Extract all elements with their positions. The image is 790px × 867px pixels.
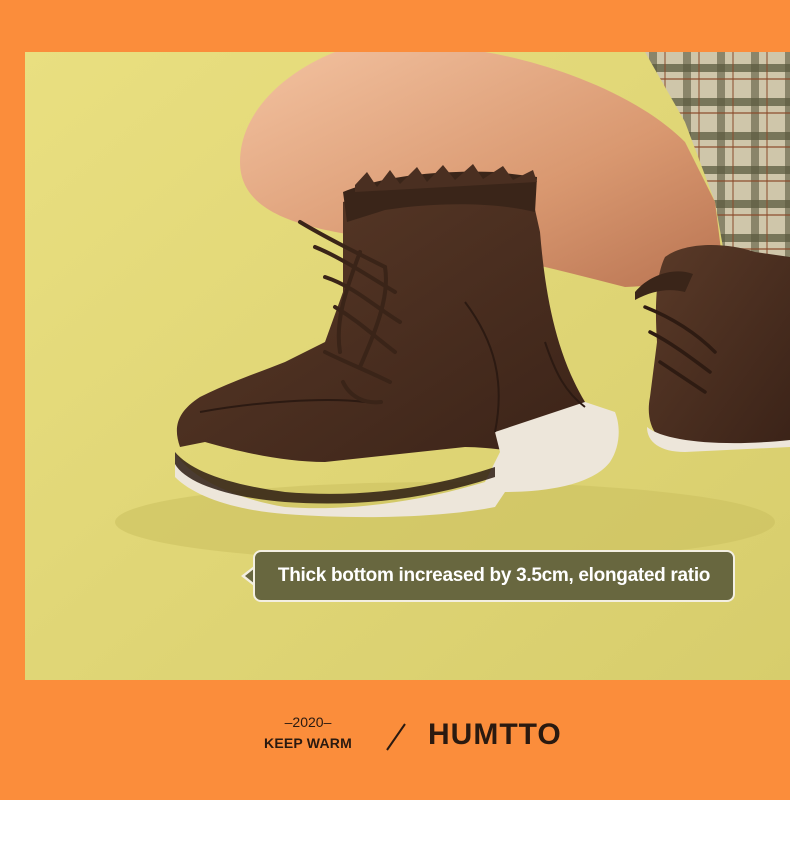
feature-callout: Thick bottom increased by 3.5cm, elongat…	[253, 550, 735, 602]
footer-year: –2020–	[284, 714, 332, 730]
slash-divider-icon	[384, 722, 408, 757]
footer-tagline: KEEP WARM	[264, 735, 352, 751]
brand-name: HUMTTO	[428, 718, 562, 751]
